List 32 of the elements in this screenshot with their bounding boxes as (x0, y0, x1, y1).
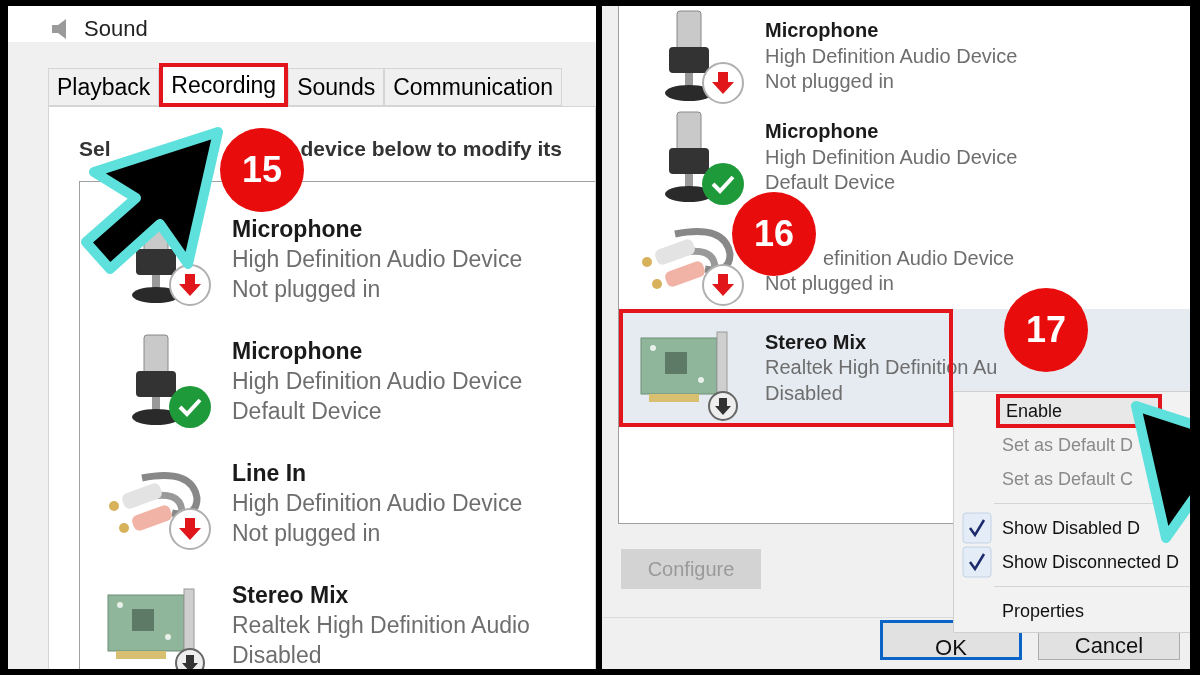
device-name: Microphone (232, 215, 364, 244)
device-status: Not plugged in (232, 275, 382, 304)
device-description: High Definition Audio Device (765, 144, 1018, 170)
device-description: High Definition Audio Device (232, 245, 523, 274)
check-icon (701, 161, 745, 206)
tab[interactable]: Playback (48, 68, 160, 106)
device-status: Disabled (232, 641, 323, 669)
device-description: High Definition Audio Device (232, 489, 523, 518)
device-status: Not plugged in (232, 519, 382, 548)
tab[interactable]: Recording (159, 63, 289, 107)
instruction-text: Sel (79, 136, 111, 162)
checkmark-icon (962, 546, 992, 578)
menu-item[interactable]: Show Disabled D (996, 511, 1147, 545)
checkmark-icon (962, 512, 992, 544)
device-description: efinition Audio Device (822, 245, 1015, 271)
device-status: Default Device (232, 397, 383, 426)
device-description: High Definition Audio Device (765, 43, 1018, 69)
device-status: Disabled (765, 380, 844, 406)
device-name: Stereo Mix (765, 329, 868, 355)
tab[interactable]: Communication (384, 68, 562, 106)
window-title: Sound (84, 16, 148, 42)
device-name: Microphone (765, 119, 880, 145)
device-name: Microphone (765, 18, 880, 44)
check-icon (168, 385, 212, 429)
device-description: Realtek High Definition Audio (232, 611, 530, 640)
device-description: High Definition Audio Device (232, 367, 523, 396)
device-name: Microphone (232, 337, 364, 366)
device-name: Line In (232, 459, 308, 488)
menu-item[interactable]: Show Disconnected D (996, 545, 1186, 579)
device-status: Not plugged in (765, 69, 895, 95)
tab[interactable]: Sounds (288, 68, 385, 106)
device-name: Stereo Mix (232, 581, 350, 610)
